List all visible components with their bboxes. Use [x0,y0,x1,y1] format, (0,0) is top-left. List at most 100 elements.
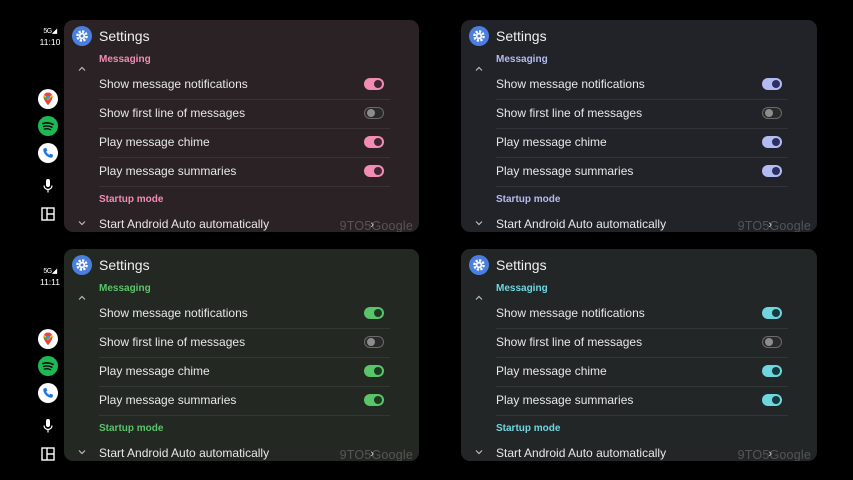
setting-row-first-line[interactable]: Show first line of messages [496,100,788,129]
setting-row-chime[interactable]: Play message chime [496,358,788,387]
toggle-switch[interactable] [762,394,782,406]
status-bar: 5G◢ 11:10 [38,27,62,47]
setting-label: Show message notifications [496,77,645,91]
section-header-messaging: Messaging [496,54,548,65]
setting-row-chime[interactable]: Play message chime [99,129,390,158]
android-auto-screen-1: 5G◢ 11:10 Settings Messaging Show messag… [0,0,426,240]
microphone-icon[interactable] [41,178,55,194]
phone-icon[interactable] [38,383,58,403]
settings-panel: Settings Messaging Show message notifica… [461,20,817,232]
watermark: 9TO5Google [339,219,413,232]
dashboard-icon[interactable] [41,207,55,221]
signal-indicator: 5G◢ [43,268,57,275]
signal-indicator: 5G◢ [43,28,57,35]
setting-label: Show message notifications [99,77,248,91]
toggle-switch[interactable] [762,165,782,177]
setting-row-chime[interactable]: Play message chime [496,129,788,158]
gear-icon [72,255,92,275]
google-maps-icon[interactable] [38,89,58,109]
setting-label: Play message summaries [99,393,237,407]
settings-panel: Settings Messaging Show message notifica… [461,249,817,461]
gear-icon [469,26,489,46]
toggle-switch[interactable] [762,136,782,148]
setting-row-start-automatically[interactable]: Start Android Auto automatically [496,217,666,231]
toggle-switch[interactable] [364,107,384,119]
setting-label: Play message chime [496,364,607,378]
google-maps-icon[interactable] [38,329,58,349]
section-header-messaging: Messaging [496,283,548,294]
scroll-down-icon[interactable] [78,443,86,455]
scroll-up-icon[interactable] [475,289,483,300]
setting-row-summaries[interactable]: Play message summaries [496,387,788,416]
scroll-down-icon[interactable] [78,214,86,226]
android-auto-screen-2: 5G◢ 11:11 [427,0,853,240]
toggle-switch[interactable] [364,336,384,348]
scroll-up-icon[interactable] [78,60,86,71]
clock: 11:11 [39,277,60,287]
section-header-messaging: Messaging [99,283,151,294]
toggle-switch[interactable] [762,365,782,377]
gear-icon [469,255,489,275]
setting-row-summaries[interactable]: Play message summaries [496,158,788,187]
scroll-down-icon[interactable] [475,443,483,455]
spotify-icon[interactable] [38,356,58,376]
dashboard-icon[interactable] [41,447,55,461]
setting-label: Play message summaries [99,164,237,178]
setting-row-first-line[interactable]: Show first line of messages [99,100,390,129]
toggle-switch[interactable] [762,336,782,348]
setting-row-notifications[interactable]: Show message notifications [99,71,390,100]
page-title: Settings [496,28,547,44]
setting-row-start-automatically[interactable]: Start Android Auto automatically [496,446,666,460]
status-bar: 5G◢ 11:11 [38,267,62,287]
scroll-up-icon[interactable] [78,289,86,300]
setting-row-notifications[interactable]: Show message notifications [496,300,788,329]
setting-label: Play message chime [496,135,607,149]
setting-row-summaries[interactable]: Play message summaries [99,387,390,416]
clock: 11:10 [39,37,61,47]
toggle-switch[interactable] [762,107,782,119]
section-header-startup: Startup mode [99,423,164,434]
scroll-up-icon[interactable] [475,60,483,71]
spotify-icon[interactable] [38,116,58,136]
phone-icon[interactable] [38,143,58,163]
setting-label: Show first line of messages [496,106,643,120]
setting-label: Show first line of messages [99,106,246,120]
watermark: 9TO5Google [339,448,413,461]
setting-row-chime[interactable]: Play message chime [99,358,390,387]
setting-row-notifications[interactable]: Show message notifications [496,71,788,100]
page-title: Settings [99,257,150,273]
settings-panel: Settings Messaging Show message notifica… [64,249,419,461]
toggle-switch[interactable] [364,307,384,319]
section-header-startup: Startup mode [99,194,164,205]
setting-label: Show first line of messages [496,335,643,349]
setting-label: Show message notifications [99,306,248,320]
toggle-switch[interactable] [364,78,384,90]
watermark: 9TO5Google [737,219,811,232]
setting-label: Play message summaries [496,164,634,178]
setting-row-summaries[interactable]: Play message summaries [99,158,390,187]
setting-label: Play message chime [99,135,210,149]
setting-row-first-line[interactable]: Show first line of messages [99,329,390,358]
microphone-icon[interactable] [41,418,55,434]
section-header-startup: Startup mode [496,423,561,434]
android-auto-screen-4: 5G◢ 11:13 [427,240,853,480]
setting-label: Show first line of messages [99,335,246,349]
page-title: Settings [496,257,547,273]
setting-row-notifications[interactable]: Show message notifications [99,300,390,329]
setting-row-start-automatically[interactable]: Start Android Auto automatically [99,446,269,460]
page-title: Settings [99,28,150,44]
toggle-switch[interactable] [364,394,384,406]
toggle-switch[interactable] [364,165,384,177]
setting-row-first-line[interactable]: Show first line of messages [496,329,788,358]
scroll-down-icon[interactable] [475,214,483,226]
watermark: 9TO5Google [737,448,811,461]
toggle-switch[interactable] [364,365,384,377]
toggle-switch[interactable] [762,307,782,319]
app-rail: 5G◢ 11:10 [0,0,64,240]
toggle-switch[interactable] [762,78,782,90]
toggle-switch[interactable] [364,136,384,148]
setting-label: Play message chime [99,364,210,378]
setting-label: Show message notifications [496,306,645,320]
section-header-startup: Startup mode [496,194,561,205]
setting-row-start-automatically[interactable]: Start Android Auto automatically [99,217,269,231]
